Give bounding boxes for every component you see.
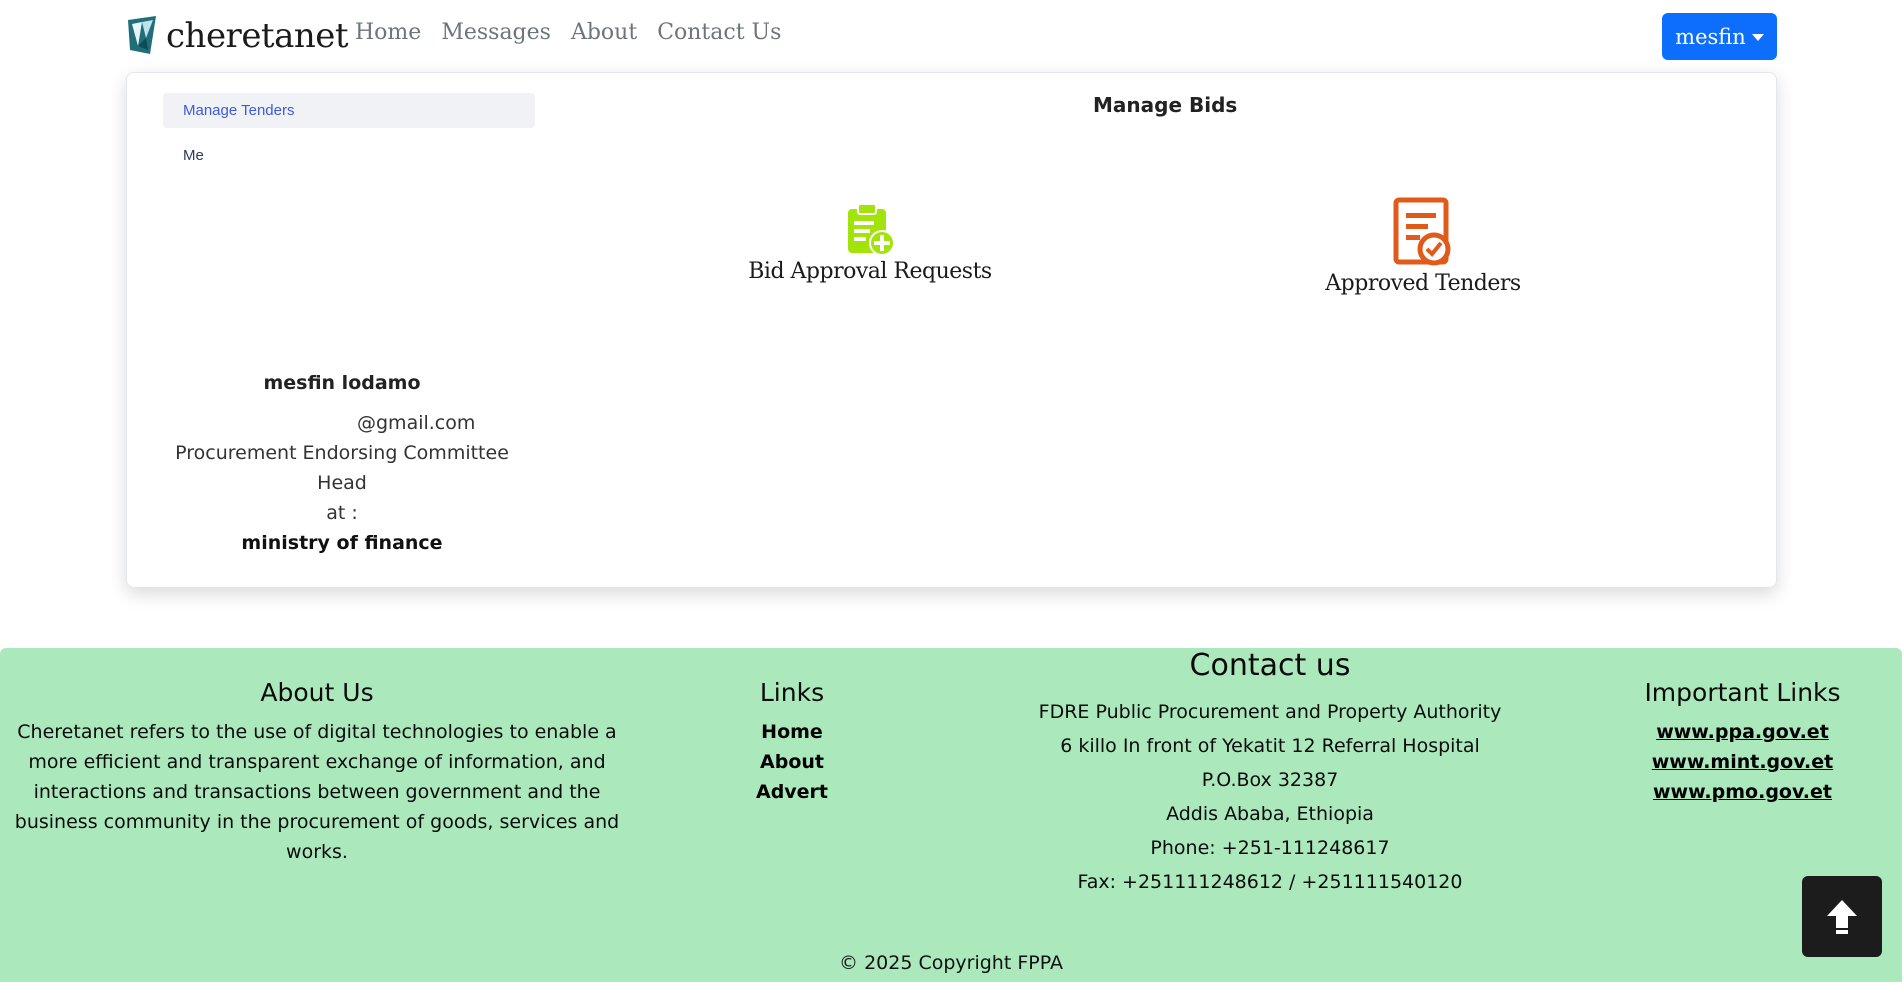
scroll-to-top-button[interactable]: [1802, 876, 1882, 957]
nav-messages[interactable]: Messages: [441, 20, 551, 45]
footer-about-text: Cheretanet refers to the use of digital …: [14, 721, 620, 863]
footer-link-about[interactable]: About: [712, 747, 872, 777]
sidebar-item-me[interactable]: Me: [163, 138, 535, 173]
nav-contact-us[interactable]: Contact Us: [657, 20, 781, 45]
bid-approval-requests-tile[interactable]: Bid Approval Requests: [745, 201, 995, 284]
footer-link-advert[interactable]: Advert: [712, 777, 872, 807]
profile-organization: ministry of finance: [241, 532, 443, 554]
footer-links: Links Home About Advert: [712, 678, 872, 807]
important-link-mint[interactable]: www.mint.gov.et: [1620, 747, 1865, 777]
bid-approval-requests-label: Bid Approval Requests: [748, 259, 992, 284]
approved-tenders-tile[interactable]: Approved Tenders: [1303, 197, 1543, 296]
sidebar-item-manage-tenders[interactable]: Manage Tenders: [163, 93, 535, 128]
footer-contact-heading: Contact us: [1189, 648, 1351, 683]
nav-about[interactable]: About: [571, 20, 637, 45]
contact-line: P.O.Box 32387: [1201, 769, 1339, 791]
cheretanet-logo-icon: [128, 16, 156, 54]
contact-line: FDRE Public Procurement and Property Aut…: [1038, 701, 1502, 723]
contact-line: 6 killo In front of Yekatit 12 Referral …: [1060, 735, 1480, 757]
document-check-icon: [1393, 197, 1451, 266]
contact-line: Fax: +251111248612 / +251111540120: [1077, 871, 1463, 893]
sidebar: Manage Tenders Me: [163, 93, 535, 173]
clipboard-add-icon: [848, 203, 895, 256]
contact-line: Addis Ababa, Ethiopia: [1166, 803, 1374, 825]
brand-link[interactable]: cheretanet: [126, 16, 349, 56]
contact-line: Phone: +251-111248617: [1150, 837, 1390, 859]
profile-email: @gmail.com: [357, 412, 476, 434]
user-menu-button[interactable]: mesfin: [1662, 13, 1777, 60]
footer-links-heading: Links: [759, 678, 825, 707]
footer-about: About Us Cheretanet refers to the use of…: [12, 678, 622, 867]
important-link-pmo[interactable]: www.pmo.gov.et: [1620, 777, 1865, 807]
profile-role: Procurement Endorsing Committee Head: [175, 442, 509, 494]
footer-link-home[interactable]: Home: [712, 717, 872, 747]
nav-home[interactable]: Home: [355, 20, 421, 45]
user-menu-label: mesfin: [1675, 24, 1746, 49]
profile-name: mesfin lodamo: [263, 372, 421, 394]
footer-important-links: Important Links www.ppa.gov.et www.mint.…: [1620, 678, 1865, 807]
arrow-up-icon: [1827, 899, 1857, 934]
profile-at-label: at :: [326, 502, 358, 524]
profile-summary: mesfin lodamo @gmail.com Procurement End…: [157, 372, 527, 558]
footer-contact: Contact us FDRE Public Procurement and P…: [1010, 648, 1530, 899]
approved-tenders-label: Approved Tenders: [1325, 271, 1521, 296]
main-nav: Home Messages About Contact Us: [355, 20, 781, 45]
dashboard-card: Manage Tenders Me mesfin lodamo @gmail.c…: [126, 72, 1777, 588]
footer-about-heading: About Us: [260, 678, 374, 707]
brand-name: cheretanet: [166, 16, 349, 56]
footer: About Us Cheretanet refers to the use of…: [0, 648, 1902, 982]
caret-down-icon: [1751, 34, 1764, 41]
navbar: cheretanet Home Messages About Contact U…: [0, 0, 1902, 72]
page-title: Manage Bids: [1093, 93, 1238, 117]
footer-important-links-heading: Important Links: [1644, 678, 1841, 707]
copyright: © 2025 Copyright FPPA: [839, 952, 1063, 974]
important-link-ppa[interactable]: www.ppa.gov.et: [1620, 717, 1865, 747]
